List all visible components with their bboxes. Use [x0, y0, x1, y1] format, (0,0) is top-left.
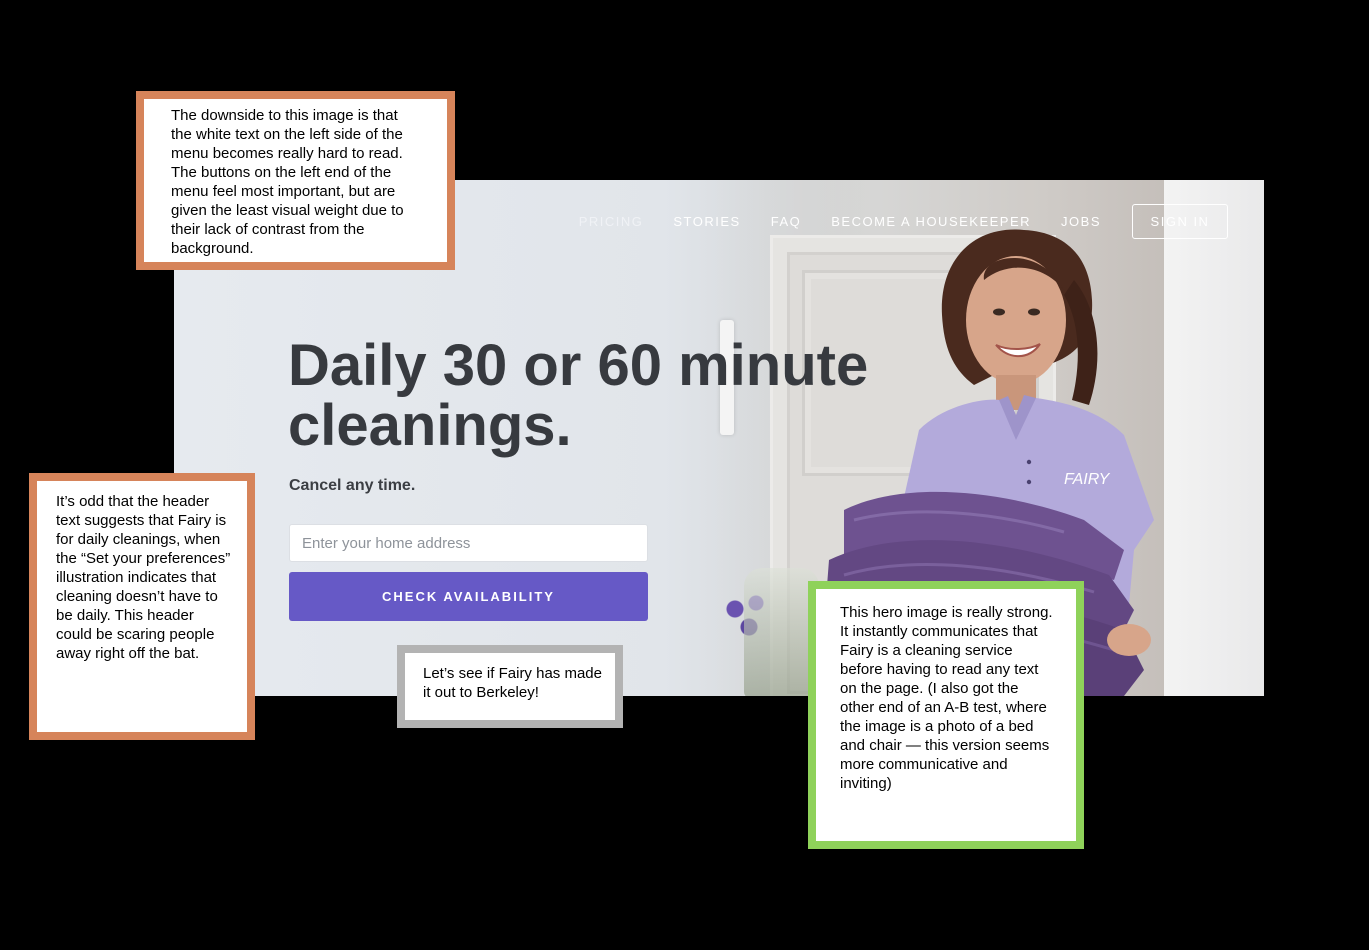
hero-headline: Daily 30 or 60 minute cleanings.	[288, 333, 869, 458]
annotated-screenshot: FAIRY PRICING STORIES FAQ BECOME A HOUSE…	[0, 0, 1369, 950]
annotation-header-text: It’s odd that the header text suggests t…	[29, 473, 255, 740]
nav-stories[interactable]: STORIES	[673, 214, 740, 229]
nav-become-housekeeper[interactable]: BECOME A HOUSEKEEPER	[831, 214, 1031, 229]
check-availability-button[interactable]: CHECK AVAILABILITY	[289, 572, 648, 621]
hero-photo-wall	[1164, 180, 1264, 696]
shirt-logo-text: FAIRY	[1064, 471, 1111, 488]
nav-pricing[interactable]: PRICING	[579, 214, 644, 229]
annotation-berkeley: Let’s see if Fairy has made it out to Be…	[397, 645, 623, 728]
nav-faq[interactable]: FAQ	[771, 214, 802, 229]
top-nav: PRICING STORIES FAQ BECOME A HOUSEKEEPER…	[549, 204, 1228, 239]
annotation-hero-image: This hero image is really strong. It ins…	[808, 581, 1084, 849]
nav-jobs[interactable]: JOBS	[1061, 214, 1101, 229]
annotation-menu-contrast: The downside to this image is that the w…	[136, 91, 455, 270]
sign-in-button[interactable]: SIGN IN	[1132, 204, 1228, 239]
hero-subhead: Cancel any time.	[289, 477, 416, 494]
address-input[interactable]	[289, 524, 648, 562]
